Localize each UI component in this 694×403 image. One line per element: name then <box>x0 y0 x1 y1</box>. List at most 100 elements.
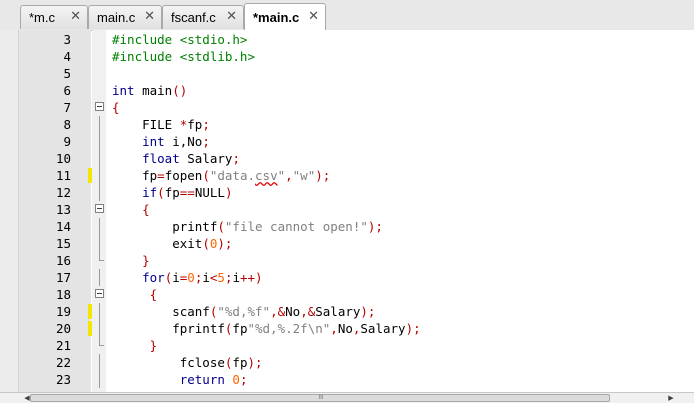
code-token: printf <box>112 219 218 234</box>
fold-toggle-icon[interactable] <box>95 102 104 111</box>
code-token: } <box>142 253 150 268</box>
code-token: } <box>149 338 158 353</box>
fold-guide-line <box>99 184 100 201</box>
code-line[interactable]: 17 for(i=0;i<5;i++) <box>0 269 694 286</box>
code-line[interactable]: 23 return 0; <box>0 371 694 388</box>
code-line[interactable]: 4 #include <stdlib.h> <box>0 48 694 65</box>
line-number: 4 <box>63 49 71 64</box>
fold-guide-line <box>99 320 100 337</box>
code-token: fp <box>112 168 158 183</box>
fold-guide-line <box>99 167 100 184</box>
tab-main-c-active[interactable]: *main.c ✕ <box>244 3 326 31</box>
fold-toggle-icon[interactable] <box>95 289 104 298</box>
code-token: " <box>277 168 286 183</box>
code-line[interactable]: 8 FILE *fp; <box>0 116 694 133</box>
code-text: float Salary; <box>112 150 240 167</box>
code-token: i <box>172 270 180 285</box>
code-text: for(i=0;i<5;i++) <box>112 269 263 286</box>
close-icon[interactable]: ✕ <box>144 9 155 24</box>
code-line[interactable]: 10 float Salary; <box>0 150 694 167</box>
tab-main-c[interactable]: main.c ✕ <box>88 5 162 29</box>
line-number: 22 <box>55 355 71 370</box>
code-text: { <box>112 201 150 218</box>
fold-guide-line <box>99 354 100 371</box>
fold-toggle-icon[interactable] <box>95 204 104 213</box>
code-token: int <box>142 134 165 149</box>
code-line[interactable]: 11 fp=fopen("data.csv","w"); <box>0 167 694 184</box>
code-token: fclose <box>112 355 225 370</box>
code-token: ); <box>360 304 376 319</box>
code-text: fprintf(fp"%d,%.2f\n",No,Salary); <box>112 320 420 337</box>
fold-guide-line <box>99 235 100 252</box>
line-number: 16 <box>55 253 71 268</box>
code-text: FILE *fp; <box>112 116 210 133</box>
code-line[interactable]: 9 int i,No; <box>0 133 694 150</box>
tab-m-c[interactable]: *m.c ✕ <box>20 5 88 29</box>
code-line[interactable]: 21 } <box>0 337 694 354</box>
code-line[interactable]: 15 exit(0); <box>0 235 694 252</box>
code-token: ( <box>217 219 225 234</box>
code-token: fp <box>232 355 248 370</box>
line-number: 3 <box>63 32 71 47</box>
code-token: int <box>112 83 135 98</box>
horizontal-scrollbar[interactable]: ◀ III ▶ <box>0 392 694 403</box>
fold-guide-line <box>99 303 100 320</box>
fold-guide-line <box>99 116 100 133</box>
code-token: "%d,%f" <box>217 304 271 319</box>
tab-bar: *m.c ✕ main.c ✕ fscanf.c ✕ *main.c ✕ <box>0 0 694 31</box>
line-number: 7 <box>63 100 71 115</box>
code-token: main <box>134 83 173 98</box>
code-line[interactable]: 5 <box>0 65 694 82</box>
code-line[interactable]: 13 { <box>0 201 694 218</box>
close-icon[interactable]: ✕ <box>70 9 81 24</box>
code-token: () <box>172 83 188 98</box>
code-line[interactable]: 6 int main() <box>0 82 694 99</box>
fold-end-icon <box>99 337 104 346</box>
code-token: ,& <box>300 304 316 319</box>
code-token: ++) <box>240 270 263 285</box>
close-icon[interactable]: ✕ <box>226 9 237 24</box>
code-token: ; <box>239 372 248 387</box>
code-text: } <box>112 252 150 269</box>
line-number: 8 <box>63 117 71 132</box>
code-token: fp <box>164 185 180 200</box>
fold-end-icon <box>99 252 104 261</box>
code-token: ; <box>202 117 210 132</box>
code-token: { <box>112 100 120 115</box>
change-marker <box>88 168 92 183</box>
scroll-right-arrow-icon[interactable]: ▶ <box>664 393 678 403</box>
code-line[interactable]: 19 scanf("%d,%f",&No,&Salary); <box>0 303 694 320</box>
tab-label: *m.c <box>29 10 55 25</box>
code-token: == <box>179 185 195 200</box>
code-line[interactable]: 20 fprintf(fp"%d,%.2f\n",No,Salary); <box>0 320 694 337</box>
code-token: 5 <box>217 270 225 285</box>
code-token: csv <box>255 168 278 183</box>
code-line[interactable]: 7{ <box>0 99 694 116</box>
code-line[interactable]: 16 } <box>0 252 694 269</box>
scrollbar-thumb[interactable]: III <box>30 394 610 402</box>
code-token: exit <box>112 236 203 251</box>
change-marker <box>88 304 92 319</box>
fold-guide-line <box>99 371 100 388</box>
line-number: 19 <box>55 304 71 319</box>
line-number: 15 <box>55 236 71 251</box>
code-token: if <box>142 185 158 200</box>
tab-fscanf-c[interactable]: fscanf.c ✕ <box>162 5 244 29</box>
code-line[interactable]: 3 #include <stdio.h> <box>0 31 694 48</box>
code-line[interactable]: 22 fclose(fp); <box>0 354 694 371</box>
line-number: 21 <box>55 338 71 353</box>
close-icon[interactable]: ✕ <box>308 9 319 24</box>
code-token: float <box>142 151 180 166</box>
line-number: 23 <box>55 372 71 387</box>
code-line[interactable]: 12 if(fp==NULL) <box>0 184 694 201</box>
code-text: if(fp==NULL) <box>112 184 232 201</box>
code-line[interactable]: 14 printf("file cannot open!"); <box>0 218 694 235</box>
code-token: NULL <box>194 185 225 200</box>
code-line[interactable]: 18 { <box>0 286 694 303</box>
code-token: Salary <box>315 304 361 319</box>
